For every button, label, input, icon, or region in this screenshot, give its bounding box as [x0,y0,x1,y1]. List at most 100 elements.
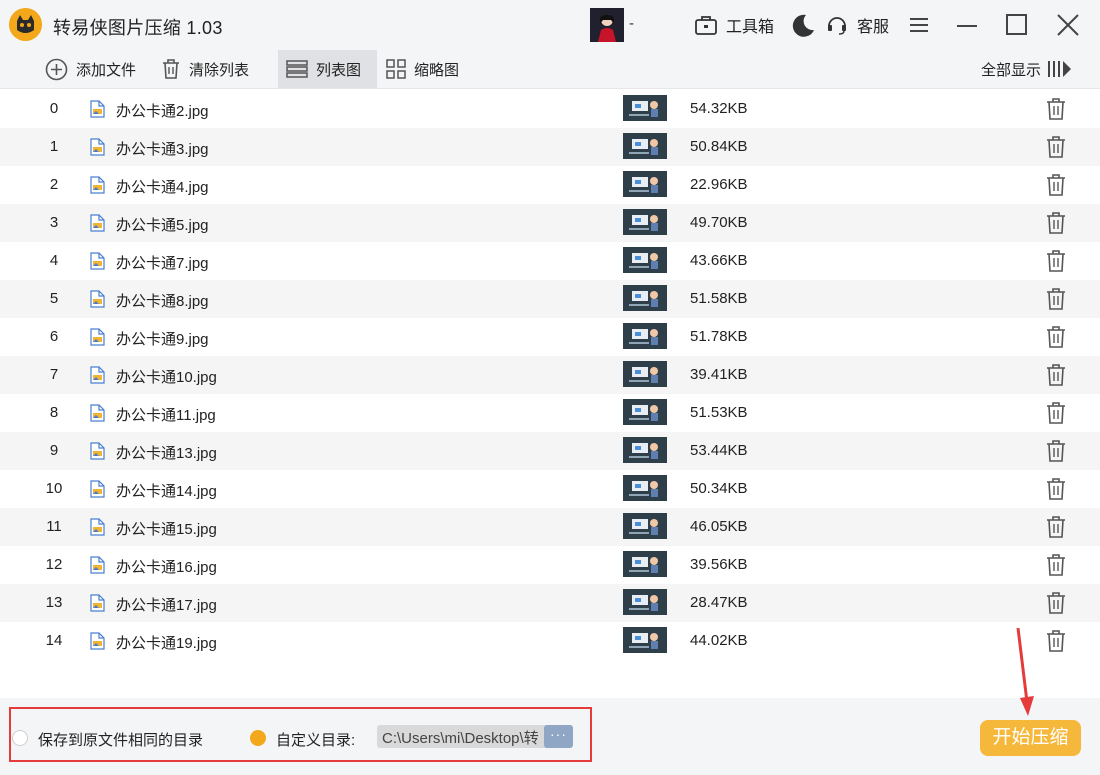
toolbox-button[interactable]: 工具箱 [694,12,774,38]
image-file-icon [90,366,105,384]
delete-icon[interactable] [1045,325,1067,349]
file-row[interactable]: 8 办公卡通11.jpg 51.53KB [0,394,1100,432]
file-row[interactable]: 0 办公卡通2.jpg 54.32KB [0,90,1100,128]
file-row[interactable]: 14 办公卡通19.jpg 44.02KB [0,622,1100,660]
file-thumbnail [623,627,667,653]
file-name: 办公卡通17.jpg [116,597,217,614]
image-file-icon [90,632,105,650]
delete-icon[interactable] [1045,553,1067,577]
image-file-icon [90,214,105,232]
user-name: - [629,15,634,32]
save-same-dir-label[interactable]: 保存到原文件相同的目录 [38,729,203,750]
file-size: 51.53KB [690,404,748,421]
thumbnail-view-label: 缩略图 [414,61,460,79]
file-index: 2 [49,176,59,193]
list-view-icon [286,60,308,78]
delete-icon[interactable] [1045,401,1067,425]
file-name: 办公卡通2.jpg [116,103,209,120]
file-thumbnail [623,513,667,539]
delete-icon[interactable] [1045,249,1067,273]
file-index: 14 [45,632,63,649]
image-file-icon [90,138,105,156]
delete-icon[interactable] [1045,211,1067,235]
night-mode-icon[interactable] [788,11,816,39]
save-same-dir-radio[interactable] [12,730,28,746]
file-row[interactable]: 4 办公卡通7.jpg 43.66KB [0,242,1100,280]
minimize-icon[interactable] [955,12,983,40]
grid-view-icon [386,59,406,79]
file-thumbnail [623,133,667,159]
file-index: 6 [49,328,59,345]
delete-icon[interactable] [1045,515,1067,539]
toolbox-label: 工具箱 [726,19,775,36]
file-index: 12 [45,556,63,573]
delete-icon[interactable] [1045,629,1067,653]
image-file-icon [90,556,105,574]
file-row[interactable]: 12 办公卡通16.jpg 39.56KB [0,546,1100,584]
delete-icon[interactable] [1045,363,1067,387]
file-size: 28.47KB [690,594,748,611]
file-size: 50.84KB [690,138,748,155]
file-name: 办公卡通13.jpg [116,445,217,462]
image-file-icon [90,594,105,612]
file-size: 43.66KB [690,252,748,269]
file-size: 22.96KB [690,176,748,193]
file-size: 51.58KB [690,290,748,307]
title-bar: 转易侠图片压缩 1.03 - 工具箱 客服 [0,0,1100,50]
custom-dir-label[interactable]: 自定义目录: [276,729,355,750]
file-index: 8 [49,404,59,421]
file-thumbnail [623,323,667,349]
add-icon [45,58,68,80]
file-row[interactable]: 10 办公卡通14.jpg 50.34KB [0,470,1100,508]
expand-columns-icon [1048,61,1072,77]
file-row[interactable]: 13 办公卡通17.jpg 28.47KB [0,584,1100,622]
custom-dir-radio[interactable] [250,730,266,746]
browse-button[interactable]: ··· [544,725,573,748]
delete-icon[interactable] [1045,287,1067,311]
file-row[interactable]: 9 办公卡通13.jpg 53.44KB [0,432,1100,470]
close-icon[interactable] [1055,12,1083,40]
file-row[interactable]: 11 办公卡通15.jpg 46.05KB [0,508,1100,546]
file-row[interactable]: 5 办公卡通8.jpg 51.58KB [0,280,1100,318]
delete-icon[interactable] [1045,591,1067,615]
app-logo [9,8,42,41]
image-file-icon [90,100,105,118]
file-index: 1 [49,138,59,155]
file-row[interactable]: 2 办公卡通4.jpg 22.96KB [0,166,1100,204]
file-size: 51.78KB [690,328,748,345]
support-label: 客服 [857,19,890,36]
file-row[interactable]: 7 办公卡通10.jpg 39.41KB [0,356,1100,394]
file-name: 办公卡通10.jpg [116,369,217,386]
image-file-icon [90,404,105,422]
clear-list-label: 清除列表 [189,61,250,79]
file-name: 办公卡通8.jpg [116,293,209,310]
start-compress-button[interactable]: 开始压缩 [980,720,1081,756]
image-file-icon [90,518,105,536]
file-index: 4 [49,252,59,269]
file-thumbnail [623,437,667,463]
delete-icon[interactable] [1045,439,1067,463]
file-row[interactable]: 6 办公卡通9.jpg 51.78KB [0,318,1100,356]
file-row[interactable]: 3 办公卡通5.jpg 49.70KB [0,204,1100,242]
user-avatar[interactable] [590,8,624,42]
list-view-tab[interactable]: 列表图 [278,50,377,88]
file-index: 11 [46,518,62,535]
file-index: 5 [49,290,59,307]
delete-icon[interactable] [1045,135,1067,159]
delete-icon[interactable] [1045,97,1067,121]
add-file-button[interactable]: 添加文件 [45,50,136,88]
file-thumbnail [623,285,667,311]
show-all-button[interactable]: 全部显示 [981,50,1073,88]
file-row[interactable]: 1 办公卡通3.jpg 50.84KB [0,128,1100,166]
file-thumbnail [623,361,667,387]
file-name: 办公卡通14.jpg [116,483,217,500]
menu-icon[interactable] [907,12,935,40]
clear-list-button[interactable]: 清除列表 [161,50,249,88]
thumbnail-view-tab[interactable]: 缩略图 [386,50,459,88]
delete-icon[interactable] [1045,477,1067,501]
delete-icon[interactable] [1045,173,1067,197]
maximize-icon[interactable] [1004,12,1032,40]
file-thumbnail [623,247,667,273]
file-index: 3 [49,214,59,231]
support-button[interactable]: 客服 [826,12,889,38]
